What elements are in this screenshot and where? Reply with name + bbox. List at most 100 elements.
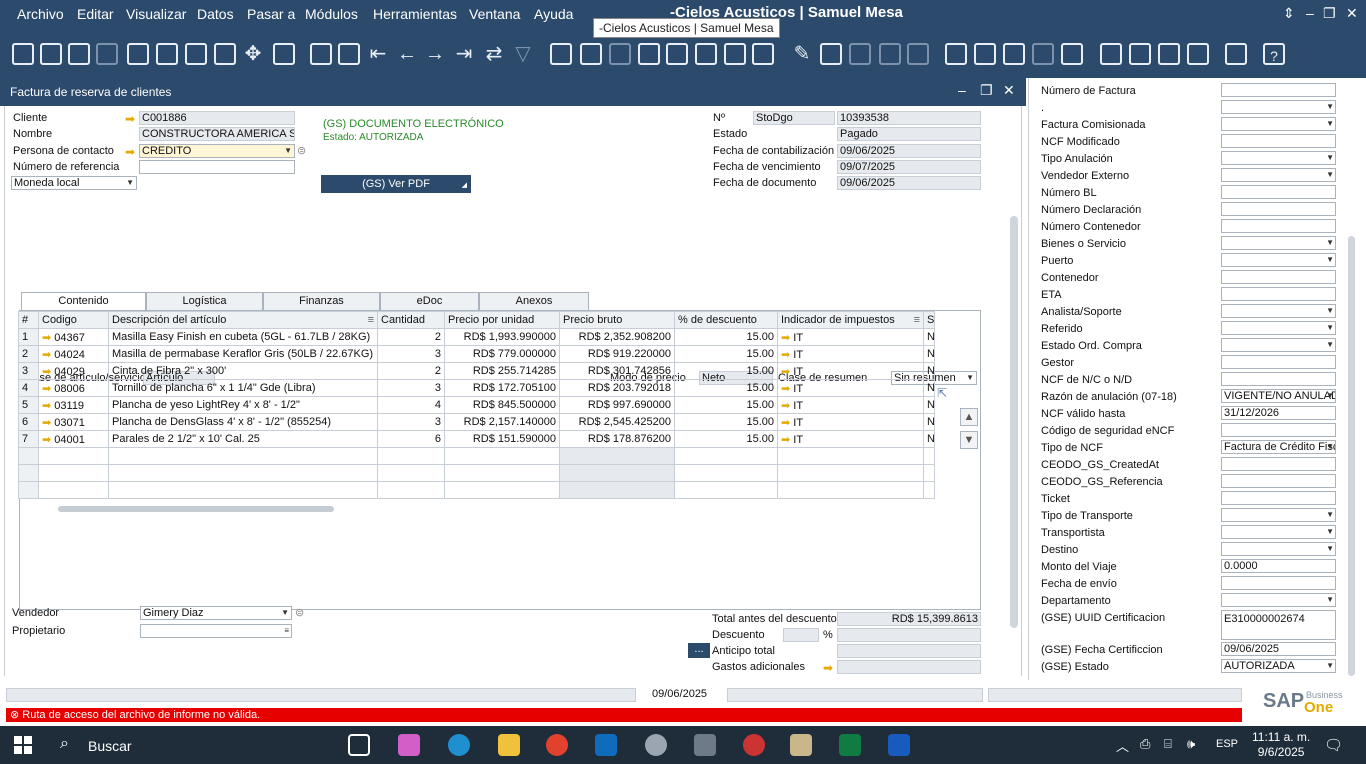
table-cell[interactable] xyxy=(377,481,445,499)
table-cell[interactable]: Parales de 2 1/2" x 10' Cal. 25 xyxy=(108,430,378,448)
udf-field[interactable] xyxy=(1221,576,1336,590)
table-cell[interactable]: Cinta de Fibra 2" x 300' xyxy=(108,362,378,380)
col-header-codigo[interactable]: Codigo xyxy=(38,311,109,329)
udf-select[interactable]: ▼ xyxy=(1221,168,1336,182)
table-cell[interactable]: N xyxy=(923,362,935,380)
tab-edoc[interactable]: eDoc xyxy=(380,292,479,310)
task-view-icon[interactable] xyxy=(348,734,370,756)
table-cell[interactable]: RD$ 919.220000 xyxy=(559,345,675,363)
table-cell[interactable]: 3 xyxy=(377,413,445,431)
close-icon[interactable]: ✕ xyxy=(1346,5,1358,22)
payment-means-icon[interactable] xyxy=(638,43,660,65)
udf-select[interactable]: ▼ xyxy=(1221,253,1336,267)
tab-logistica[interactable]: Logística xyxy=(146,292,263,310)
table-cell[interactable]: RD$ 151.590000 xyxy=(444,430,560,448)
word-icon[interactable] xyxy=(888,734,910,756)
menu-modulos[interactable]: Módulos xyxy=(305,6,358,22)
tab-anexos[interactable]: Anexos xyxy=(479,292,589,310)
udf-select[interactable]: VIGENTE/NO ANULADO ▼ xyxy=(1221,389,1336,403)
chat-icon[interactable] xyxy=(879,43,901,65)
table-cell[interactable]: ➡ IT xyxy=(777,430,924,448)
user-icon[interactable] xyxy=(1061,43,1083,65)
table-row[interactable] xyxy=(18,464,935,482)
table-cell[interactable] xyxy=(108,447,378,465)
table-cell[interactable]: N xyxy=(923,328,935,346)
table-cell[interactable] xyxy=(444,447,560,465)
table-cell[interactable]: ➡ IT xyxy=(777,413,924,431)
outlook-icon[interactable] xyxy=(595,734,617,756)
link-arrow-icon[interactable]: ➡ xyxy=(42,417,54,429)
table-cell[interactable]: 15.00 xyxy=(674,362,778,380)
table-cell[interactable] xyxy=(108,481,378,499)
settings-icon[interactable] xyxy=(645,734,667,756)
fecha-vencimiento-field[interactable]: 09/07/2025 xyxy=(837,160,981,174)
fax-icon[interactable] xyxy=(127,43,149,65)
udf-field[interactable] xyxy=(1221,372,1336,386)
find-icon[interactable] xyxy=(310,43,332,65)
base-document-icon[interactable] xyxy=(580,43,602,65)
web-icon[interactable] xyxy=(1225,43,1247,65)
calculator-app-icon[interactable] xyxy=(694,734,716,756)
table-cell[interactable] xyxy=(559,481,675,499)
udf-scrollbar[interactable] xyxy=(1348,236,1355,676)
link-arrow-icon[interactable]: ➡ xyxy=(42,400,54,412)
help-icon[interactable]: ? xyxy=(1263,43,1285,65)
link-arrow-icon[interactable]: ➡ xyxy=(42,383,54,395)
horizontal-scrollbar[interactable] xyxy=(58,506,334,512)
edit-icon[interactable]: ✎ xyxy=(791,43,813,65)
table-row[interactable]: 4 ➡ 08006 Tornillo de plancha 6" x 1 1/4" … xyxy=(18,379,935,397)
vendedor-select[interactable]: Gimery Diaz ▼ xyxy=(140,606,292,620)
table-row[interactable]: 6 ➡ 03071 Plancha de DensGlass 4' x 8' - 1… xyxy=(18,413,935,431)
col-header-s[interactable]: S xyxy=(923,311,935,329)
menu-archivo[interactable]: Archivo xyxy=(17,6,64,22)
tab-finanzas[interactable]: Finanzas xyxy=(263,292,380,310)
table-cell[interactable]: ➡ IT xyxy=(777,396,924,414)
table-cell[interactable]: ➡ 04001 xyxy=(38,430,109,448)
taskbar-search[interactable]: Buscar xyxy=(88,738,132,754)
cliente-link-arrow-icon[interactable] xyxy=(125,114,138,124)
table-cell[interactable]: ➡ 03119 xyxy=(38,396,109,414)
link-arrow-icon[interactable]: ➡ xyxy=(781,434,793,446)
note-icon[interactable] xyxy=(820,43,842,65)
table-row[interactable]: 5 ➡ 03119 Plancha de yeso LightRey 4' x 8'… xyxy=(18,396,935,414)
edge-icon[interactable] xyxy=(448,734,470,756)
table-row[interactable]: 7 ➡ 04001 Parales de 2 1/2" x 10' Cal. 25 6… xyxy=(18,430,935,448)
udf-select[interactable]: ▼ xyxy=(1221,304,1336,318)
restore-icon[interactable]: ❐ xyxy=(1323,5,1336,22)
col-header-cantidad[interactable]: Cantidad xyxy=(377,311,445,329)
journal-icon[interactable] xyxy=(724,43,746,65)
udf-field[interactable] xyxy=(1221,270,1336,284)
table-cell[interactable]: ➡ 08006 xyxy=(38,379,109,397)
calendar-icon[interactable] xyxy=(1129,43,1151,65)
table-cell[interactable]: N xyxy=(923,413,935,431)
next-record-icon[interactable]: → xyxy=(424,43,446,65)
sap-app-icon[interactable] xyxy=(790,734,812,756)
check-doc-icon[interactable] xyxy=(1187,43,1209,65)
table-cell[interactable] xyxy=(777,464,924,482)
udf-field[interactable] xyxy=(1221,423,1336,437)
udf-field[interactable]: 09/06/2025 xyxy=(1221,642,1336,656)
window-minimize-icon[interactable]: – xyxy=(958,82,966,98)
link-arrow-icon[interactable]: ➡ xyxy=(42,366,54,378)
table-row[interactable] xyxy=(18,447,935,465)
list-icon[interactable]: ⊜ xyxy=(297,144,306,157)
table-cell[interactable] xyxy=(923,447,935,465)
move-icon[interactable]: ✥ xyxy=(242,43,264,65)
table-cell[interactable] xyxy=(777,481,924,499)
filter-icon[interactable]: ▽ xyxy=(512,43,534,65)
table-row[interactable]: 1 ➡ 04367 Masilla Easy Finish en cubeta (5… xyxy=(18,328,935,346)
table-cell[interactable]: ➡ IT xyxy=(777,328,924,346)
udf-select[interactable]: ▼ xyxy=(1221,593,1336,607)
table-cell[interactable]: RD$ 301.742856 xyxy=(559,362,675,380)
col-header-precio-bruto[interactable]: Precio bruto xyxy=(559,311,675,329)
udf-field[interactable] xyxy=(1221,219,1336,233)
table-cell[interactable]: 3 xyxy=(377,345,445,363)
udf-field[interactable] xyxy=(1221,134,1336,148)
warning-icon[interactable] xyxy=(974,43,996,65)
message-icon[interactable] xyxy=(849,43,871,65)
table-cell[interactable]: Masilla de permabase Keraflor Gris (50LB… xyxy=(108,345,378,363)
table-cell[interactable]: RD$ 172.705100 xyxy=(444,379,560,397)
table-cell[interactable]: RD$ 1,993.990000 xyxy=(444,328,560,346)
add-icon[interactable] xyxy=(338,43,360,65)
target-document-icon[interactable] xyxy=(609,43,631,65)
